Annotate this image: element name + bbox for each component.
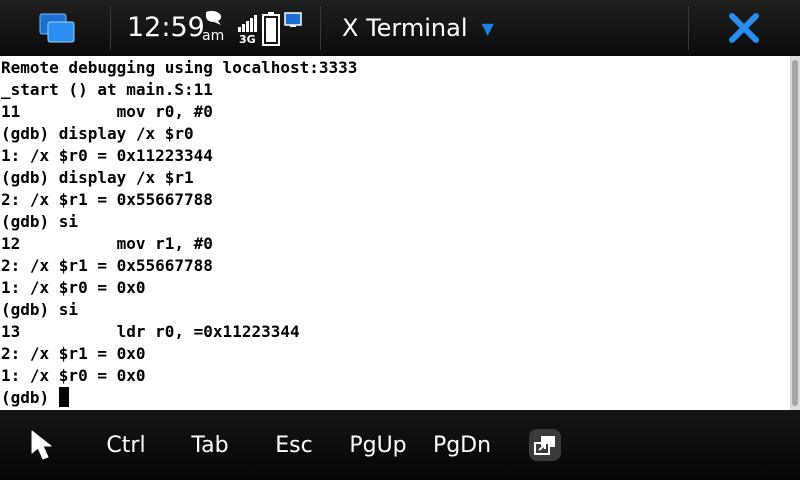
terminal-line: 2: /x $r1 = 0x55667788 [1, 256, 213, 275]
network-type: 3G [239, 33, 256, 46]
status-separator [688, 6, 689, 50]
terminal-line: 13 ldr r0, =0x11223344 [1, 322, 300, 341]
terminal-line: 1: /x $r0 = 0x0 [1, 366, 146, 385]
terminal-line: (gdb) display /x $r1 [1, 168, 194, 187]
fullscreen-toggle-icon[interactable] [522, 410, 568, 480]
ctrl-key-button[interactable]: Ctrl [96, 410, 156, 480]
terminal-line: (gdb) si [1, 300, 79, 319]
terminal-line: 11 mov r0, #0 [1, 102, 213, 121]
chat-bubble-icon [204, 10, 224, 30]
terminal-line: (gdb) display /x $r0 [1, 124, 194, 143]
pgdn-key-button[interactable]: PgDn [430, 410, 494, 480]
key-toolbar: Ctrl Tab Esc PgUp PgDn [0, 410, 800, 480]
terminal-line: 2: /x $r1 = 0x55667788 [1, 190, 213, 209]
dropdown-caret-icon: ▼ [481, 18, 494, 38]
terminal-line: 1: /x $r0 = 0x11223344 [1, 146, 213, 165]
screen-icon [284, 12, 302, 32]
battery-icon [262, 12, 280, 50]
gdb-prompt: (gdb) [1, 388, 59, 407]
clock-ampm: am [202, 28, 225, 44]
tab-key-button[interactable]: Tab [180, 410, 240, 480]
close-icon[interactable] [726, 10, 762, 46]
terminal-output[interactable]: Remote debugging using localhost:3333 _s… [0, 56, 790, 410]
text-cursor [58, 387, 69, 407]
esc-key-button[interactable]: Esc [264, 410, 324, 480]
terminal-prompt-line[interactable]: (gdb) [1, 387, 790, 409]
pointer-arrow-icon[interactable] [18, 410, 70, 480]
terminal-line: 12 mov r1, #0 [1, 234, 213, 253]
pgup-key-button[interactable]: PgUp [346, 410, 410, 480]
terminal-line: Remote debugging using localhost:3333 [1, 58, 358, 77]
window-title: X Terminal [342, 14, 468, 42]
status-bar: 12:59 am 3G X Terminal ▼ [0, 0, 800, 56]
clock-time: 12:59 [127, 12, 205, 43]
status-separator [320, 6, 321, 50]
terminal-line: _start () at main.S:11 [1, 80, 213, 99]
terminal-line: 2: /x $r1 = 0x0 [1, 344, 146, 363]
scrollbar-thumb[interactable] [792, 60, 798, 406]
task-switcher-icon[interactable] [28, 8, 84, 48]
window-title-menu[interactable]: X Terminal ▼ [322, 0, 688, 56]
terminal-line: (gdb) si [1, 212, 79, 231]
status-separator [110, 6, 111, 50]
terminal-line: 1: /x $r0 = 0x0 [1, 278, 146, 297]
